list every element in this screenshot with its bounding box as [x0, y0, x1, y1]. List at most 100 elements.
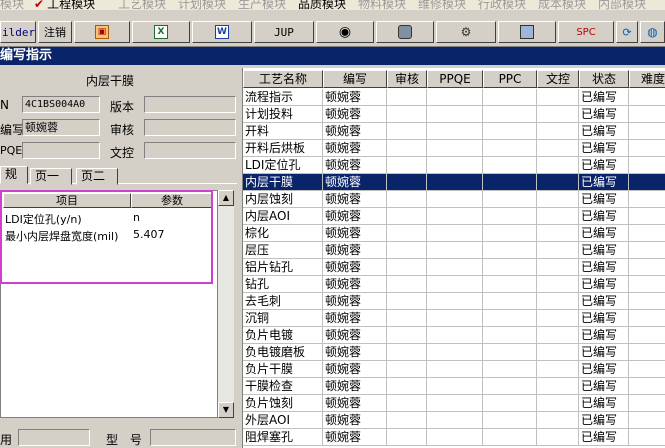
col-header-ppqe[interactable]: PPQE: [427, 70, 483, 88]
bottom-left-field[interactable]: [18, 429, 90, 446]
cell-writer[interactable]: 顿婉蓉: [323, 259, 387, 276]
scroll-up-icon[interactable]: ▲: [218, 190, 234, 206]
cell-process-name[interactable]: 流程指示: [243, 89, 323, 106]
cell-ppqe[interactable]: [427, 412, 483, 429]
cell-writer[interactable]: 顿婉蓉: [323, 395, 387, 412]
cell-doc-control[interactable]: [537, 106, 579, 123]
cell-reviewer[interactable]: [387, 140, 427, 157]
n-field[interactable]: 4C1BS004A0: [22, 96, 100, 113]
cell-reviewer[interactable]: [387, 327, 427, 344]
table-row[interactable]: 负片干膜 顿婉蓉 已编写: [243, 361, 665, 378]
cell-difficulty[interactable]: [629, 327, 665, 344]
cell-ppc[interactable]: [483, 174, 537, 191]
menu-production-module[interactable]: 生产模块: [238, 0, 286, 10]
cell-reviewer[interactable]: [387, 344, 427, 361]
table-row[interactable]: 内层AOI 顿婉蓉 已编写: [243, 208, 665, 225]
col-header-reviewer[interactable]: 审核: [387, 70, 427, 88]
cell-doc-control[interactable]: [537, 310, 579, 327]
cell-writer[interactable]: 顿婉蓉: [323, 123, 387, 140]
table-row[interactable]: LDI定位孔 顿婉蓉 已编写: [243, 157, 665, 174]
cell-status[interactable]: 已编写: [579, 395, 629, 412]
table-row[interactable]: 负片电镀 顿婉蓉 已编写: [243, 327, 665, 344]
cell-process-name[interactable]: 开料: [243, 123, 323, 140]
cell-ppc[interactable]: [483, 106, 537, 123]
cell-doc-control[interactable]: [537, 174, 579, 191]
cell-ppc[interactable]: [483, 225, 537, 242]
cell-ppqe[interactable]: [427, 89, 483, 106]
col-header-ppc[interactable]: PPC: [483, 70, 537, 88]
table-row[interactable]: 去毛刺 顿婉蓉 已编写: [243, 293, 665, 310]
cell-doc-control[interactable]: [537, 276, 579, 293]
cell-ppc[interactable]: [483, 344, 537, 361]
cell-ppqe[interactable]: [427, 378, 483, 395]
col-header-status[interactable]: 状态: [579, 70, 629, 88]
cell-ppc[interactable]: [483, 327, 537, 344]
menu-internal-module[interactable]: 内部模块: [598, 0, 646, 10]
cell-status[interactable]: 已编写: [579, 174, 629, 191]
table-row[interactable]: 内层干膜 顿婉蓉 已编写: [243, 174, 665, 191]
cell-reviewer[interactable]: [387, 89, 427, 106]
cell-ppc[interactable]: [483, 310, 537, 327]
cell-ppqe[interactable]: [427, 344, 483, 361]
cell-status[interactable]: 已编写: [579, 123, 629, 140]
cell-process-name[interactable]: 负片蚀刻: [243, 395, 323, 412]
cell-doc-control[interactable]: [537, 123, 579, 140]
cell-status[interactable]: 已编写: [579, 208, 629, 225]
cell-process-name[interactable]: LDI定位孔: [243, 157, 323, 174]
cell-ppc[interactable]: [483, 429, 537, 446]
cell-process-name[interactable]: 内层AOI: [243, 208, 323, 225]
cell-doc-control[interactable]: [537, 225, 579, 242]
cell-doc-control[interactable]: [537, 208, 579, 225]
cell-difficulty[interactable]: [629, 140, 665, 157]
refresh-button[interactable]: ⟳: [616, 21, 638, 43]
cell-process-name[interactable]: 去毛刺: [243, 293, 323, 310]
cell-doc-control[interactable]: [537, 344, 579, 361]
cell-process-name[interactable]: 阻焊塞孔: [243, 429, 323, 446]
globe-button[interactable]: ◍: [640, 21, 665, 43]
cell-writer[interactable]: 顿婉蓉: [323, 140, 387, 157]
cell-difficulty[interactable]: [629, 310, 665, 327]
version-field[interactable]: [144, 96, 236, 113]
cell-doc-control[interactable]: [537, 157, 579, 174]
cell-doc-control[interactable]: [537, 191, 579, 208]
cell-writer[interactable]: 顿婉蓉: [323, 157, 387, 174]
table-row[interactable]: 阻焊塞孔 顿婉蓉 已编写: [243, 429, 665, 446]
cell-process-name[interactable]: 棕化: [243, 225, 323, 242]
table-row[interactable]: 铝片钻孔 顿婉蓉 已编写: [243, 259, 665, 276]
cell-process-name[interactable]: 铝片钻孔: [243, 259, 323, 276]
cell-writer[interactable]: 顿婉蓉: [323, 344, 387, 361]
cell-status[interactable]: 已编写: [579, 378, 629, 395]
cell-ppqe[interactable]: [427, 293, 483, 310]
cell-reviewer[interactable]: [387, 225, 427, 242]
col-header-difficulty[interactable]: 难度系: [629, 70, 665, 88]
cell-ppqe[interactable]: [427, 191, 483, 208]
cell-difficulty[interactable]: [629, 412, 665, 429]
cell-writer[interactable]: 顿婉蓉: [323, 89, 387, 106]
writer-field[interactable]: 顿婉蓉: [22, 119, 100, 136]
cell-difficulty[interactable]: [629, 259, 665, 276]
database-button[interactable]: [376, 21, 434, 43]
cell-writer[interactable]: 顿婉蓉: [323, 310, 387, 327]
cell-reviewer[interactable]: [387, 395, 427, 412]
cell-ppc[interactable]: [483, 395, 537, 412]
cell-status[interactable]: 已编写: [579, 293, 629, 310]
cell-writer[interactable]: 顿婉蓉: [323, 429, 387, 446]
cell-ppc[interactable]: [483, 412, 537, 429]
cell-status[interactable]: 已编写: [579, 412, 629, 429]
cell-ppqe[interactable]: [427, 140, 483, 157]
menu-plan-module[interactable]: 计划模块: [178, 0, 226, 10]
cell-doc-control[interactable]: [537, 89, 579, 106]
cell-process-name[interactable]: 计划投料: [243, 106, 323, 123]
cell-ppqe[interactable]: [427, 361, 483, 378]
computer-button[interactable]: [498, 21, 556, 43]
cell-ppc[interactable]: [483, 259, 537, 276]
cell-difficulty[interactable]: [629, 89, 665, 106]
cell-ppqe[interactable]: [427, 242, 483, 259]
cell-ppqe[interactable]: [427, 395, 483, 412]
table-row[interactable]: 干膜检查 顿婉蓉 已编写: [243, 378, 665, 395]
cell-ppqe[interactable]: [427, 208, 483, 225]
cell-process-name[interactable]: 内层干膜: [243, 174, 323, 191]
cell-doc-control[interactable]: [537, 140, 579, 157]
cell-status[interactable]: 已编写: [579, 361, 629, 378]
cell-ppqe[interactable]: [427, 429, 483, 446]
